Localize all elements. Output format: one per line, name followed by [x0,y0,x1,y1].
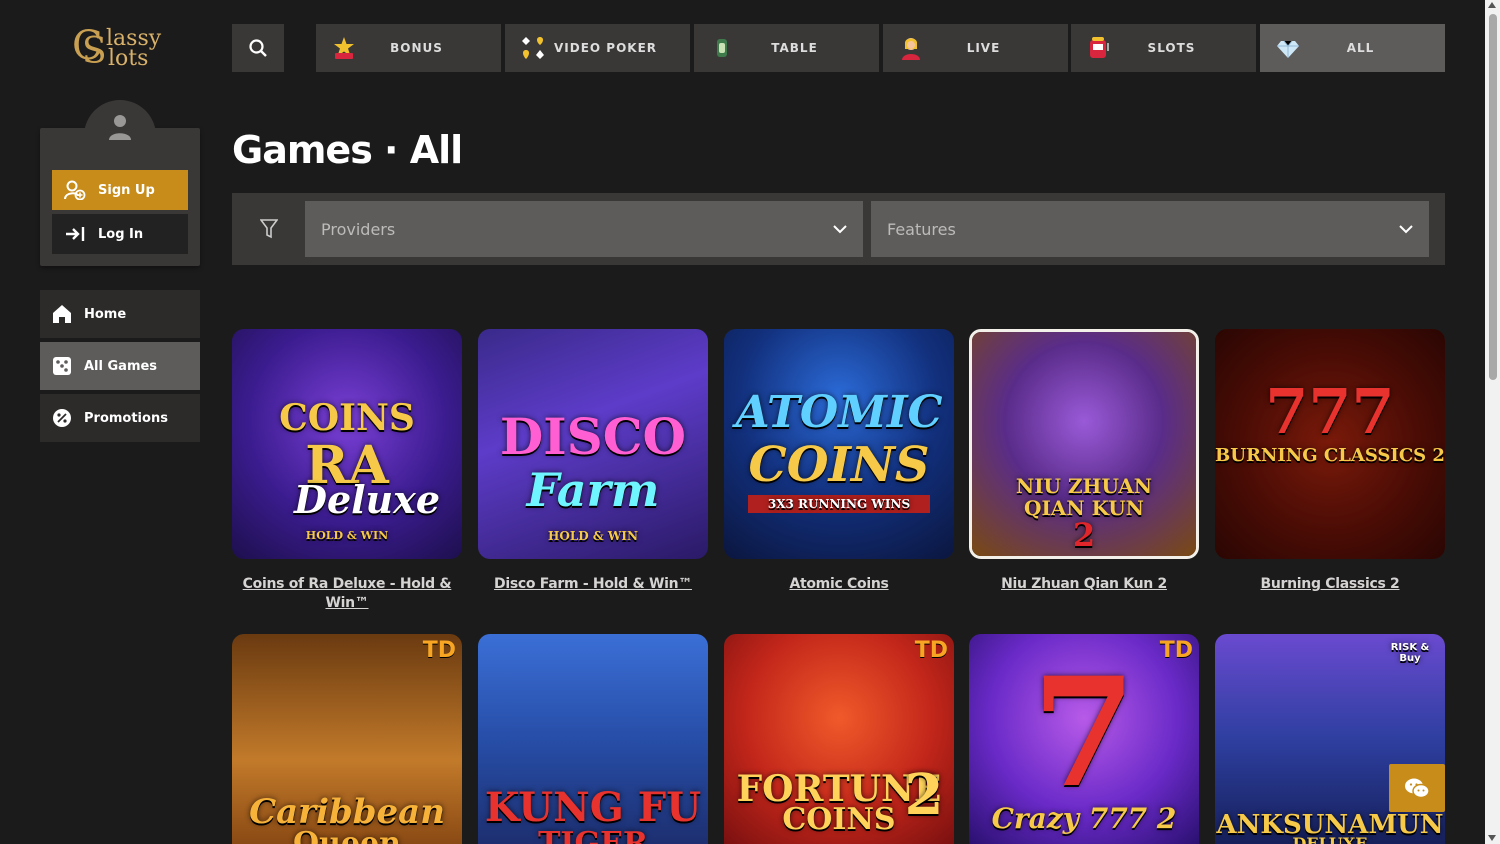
tab-label: TABLE [771,41,818,55]
game-tile[interactable]: TD FORTUNE COINS 2 [724,634,954,844]
logo-cap-2: S [82,31,107,72]
chat-button[interactable] [1389,764,1445,812]
tab-label: BONUS [390,41,443,55]
scroll-down-icon[interactable] [1488,835,1496,841]
game-art-text: COINS [748,437,930,493]
tab-label: LIVE [966,41,1001,55]
wechat-icon [1405,778,1430,799]
home-icon [53,305,71,323]
diamond-icon [1274,34,1302,62]
tab-label: SLOTS [1147,41,1196,55]
game-art-text: Queen [293,826,401,844]
game-tile[interactable]: COINS RA Deluxe HOLD & WIN [232,329,462,559]
filter-bar: Providers Features [232,193,1445,265]
features-select[interactable]: Features [871,201,1429,257]
game-title-link[interactable]: Niu Zhuan Qian Kun 2 [969,575,1199,594]
sidebar-item-home[interactable]: Home [40,290,200,338]
td-badge: TD [422,638,456,663]
log-in-button[interactable]: Log In [52,214,188,254]
game-tile[interactable]: 777 BURNING CLASSICS 2 [1215,329,1445,559]
tab-slots[interactable]: SLOTS [1071,24,1256,72]
tab-table[interactable]: TABLE [694,24,879,72]
tab-live[interactable]: LIVE [883,24,1068,72]
search-button[interactable] [232,24,284,72]
game-art-text: 2 [904,762,944,828]
percent-icon [53,409,71,427]
game-tile[interactable]: RISK & Buy ANKSUNAMUN DELUXE [1215,634,1445,844]
card-suits-icon [519,34,547,62]
add-user-icon [64,180,86,200]
game-art-text: 3X3 RUNNING WINS [748,495,930,513]
sidebar-item-label: Home [84,306,127,322]
game-art-text: COINS [279,397,415,439]
star-burst-icon [330,34,358,62]
game-tile[interactable]: TD Caribbean Queen [232,634,462,844]
game-art-text: 777 [1265,375,1395,448]
game-art-text: Farm [526,463,660,517]
tab-all[interactable]: ALL [1260,24,1445,72]
sidebar-item-all-games[interactable]: All Games [40,342,200,390]
log-in-label: Log In [98,226,144,242]
chevron-down-icon [833,224,847,233]
providers-select[interactable]: Providers [305,201,863,257]
sign-up-button[interactable]: Sign Up [52,170,188,210]
providers-placeholder: Providers [321,219,396,239]
game-title-link[interactable]: Coins of Ra Deluxe - Hold & Win™ [232,575,462,613]
game-art-text: Crazy 777 2 [991,802,1177,835]
page-title: Games · All [232,128,463,172]
game-title-link[interactable]: Disco Farm - Hold & Win™ [478,575,708,594]
game-art-text: HOLD & WIN [548,529,638,543]
game-art-text: 2 [1072,516,1096,554]
game-art-text: HOLD & WIN [305,529,389,542]
game-tile[interactable]: TD 7 Crazy 777 2 [969,634,1199,844]
risk-buy-badge: RISK & Buy [1390,642,1430,664]
chevron-down-icon [1399,224,1413,233]
game-art-text: ATOMIC [735,387,943,438]
game-art-text: 7 [1031,645,1137,821]
game-art-text: KUNG FU [484,784,702,831]
user-icon [109,115,131,140]
features-placeholder: Features [887,219,956,239]
game-art-text: Deluxe [293,477,441,522]
login-arrow-icon [66,227,85,241]
tab-bonus[interactable]: BONUS [316,24,501,72]
game-art-text: DISCO [499,407,687,466]
game-tile[interactable]: DISCO Farm HOLD & WIN [478,329,708,559]
scroll-thumb[interactable] [1489,14,1497,380]
game-tile[interactable]: ATOMIC COINS 3X3 RUNNING WINS [724,329,954,559]
tab-label: ALL [1346,41,1375,55]
search-icon [249,39,267,57]
game-art-text: BURNING CLASSICS 2 [1215,445,1445,466]
filter-icon[interactable] [260,219,278,239]
dice-icon [53,357,71,375]
page-scrollbar[interactable] [1485,0,1500,844]
brand-logo[interactable]: C S lassy lots [72,26,172,72]
dealer-icon [897,34,925,62]
sidebar-item-label: Promotions [84,410,168,426]
sidebar-item-label: All Games [84,358,158,374]
game-art-text: DELUXE [1292,834,1368,844]
game-art-text: NIU ZHUAN [1015,474,1153,498]
tab-label: VIDEO POKER [553,41,658,55]
slot-machine-icon [1085,34,1113,62]
scroll-up-icon[interactable] [1488,2,1496,8]
game-title-link[interactable]: Atomic Coins [724,575,954,594]
game-tile[interactable]: NIU ZHUAN QIAN KUN 2 [969,329,1199,559]
chip-icon [708,34,736,62]
td-badge: TD [914,638,948,663]
game-tile[interactable]: KUNG FU TIGER [478,634,708,844]
game-art-text: TIGER [538,826,648,844]
sign-up-label: Sign Up [98,182,155,198]
sidebar-item-promotions[interactable]: Promotions [40,394,200,442]
tab-video-poker[interactable]: VIDEO POKER [505,24,690,72]
game-title-link[interactable]: Burning Classics 2 [1215,575,1445,594]
logo-line-2: lots [108,46,149,71]
avatar [84,100,156,158]
